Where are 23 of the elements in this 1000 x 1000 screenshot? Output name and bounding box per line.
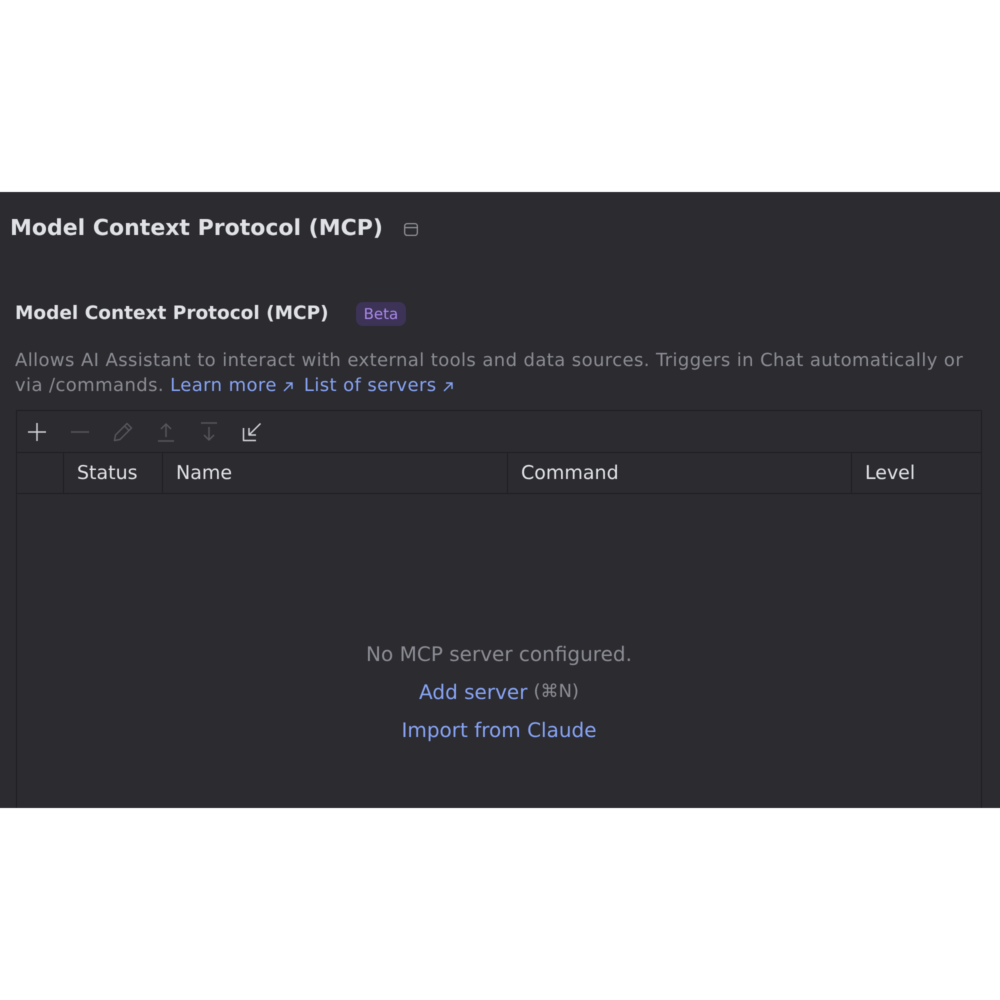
servers-list-link[interactable]: List of servers — [304, 375, 453, 396]
minus-icon — [70, 430, 90, 432]
external-link-icon — [282, 382, 293, 392]
pencil-icon — [113, 422, 133, 442]
empty-message: No MCP server configured. — [366, 641, 632, 668]
corner-arrow-icon — [242, 422, 262, 442]
up-arrow-icon — [156, 422, 176, 442]
plus-icon — [27, 422, 47, 442]
window-icon[interactable] — [404, 222, 418, 236]
column-header[interactable]: Status — [64, 453, 163, 493]
column-header[interactable]: Name — [163, 453, 508, 493]
section-title: Model Context Protocol (MCP) — [15, 302, 329, 326]
add-server-link[interactable]: Add server — [419, 673, 528, 711]
description-text: Allows AI Assistant to interact with external tools and data sources. Triggers in Chat automatically or via /commands. Learn more List of servers — [15, 349, 964, 398]
beta-badge: Beta — [356, 302, 406, 326]
page-title: Model Context Protocol (MCP) — [10, 215, 383, 243]
learn-more-link[interactable]: Learn more — [170, 375, 293, 396]
column-header[interactable]: Level — [852, 453, 981, 493]
shortcut-text: (⌘N) — [533, 680, 579, 704]
import-link[interactable]: Import from Claude — [401, 711, 597, 749]
external-link-icon — [442, 382, 453, 392]
down-arrow-icon — [199, 422, 219, 442]
column-header[interactable]: Command — [508, 453, 852, 493]
